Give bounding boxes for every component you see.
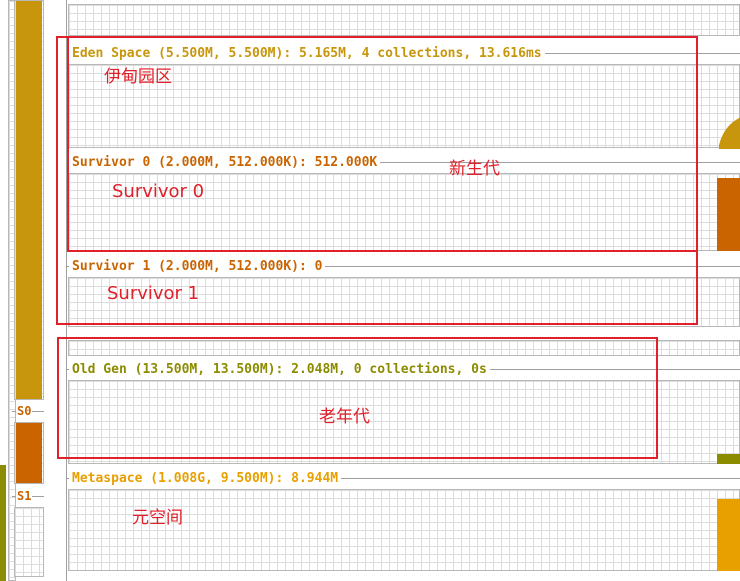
s0-overview-fill bbox=[16, 423, 42, 483]
young-gen-highlight-left bbox=[56, 36, 58, 252]
s0-label: S0 bbox=[16, 404, 33, 418]
old-gen-highlight-box bbox=[57, 337, 658, 459]
metaspace-usage-bar bbox=[717, 499, 740, 571]
metaspace-graph bbox=[68, 489, 740, 571]
eden-overview-column bbox=[14, 0, 44, 400]
young-gen-highlight-box bbox=[56, 250, 698, 325]
s0-overview-column bbox=[14, 422, 44, 484]
s1-label: S1 bbox=[16, 489, 33, 503]
top-graph bbox=[68, 4, 740, 36]
young-gen-highlight-topcap bbox=[56, 36, 68, 38]
metaspace-title: Metaspace (1.008G, 9.500M): 8.944M bbox=[69, 471, 342, 486]
eden-usage-area bbox=[719, 117, 740, 149]
eden-overview-fill bbox=[16, 1, 42, 399]
survivor0-usage-bar bbox=[717, 178, 740, 251]
old-gen-usage-bar bbox=[717, 454, 740, 464]
metaspace-annotation: 元空间 bbox=[132, 508, 183, 528]
left-edge-bar bbox=[0, 465, 6, 581]
s1-overview-column bbox=[14, 507, 44, 577]
eden-highlight-box bbox=[67, 36, 698, 252]
